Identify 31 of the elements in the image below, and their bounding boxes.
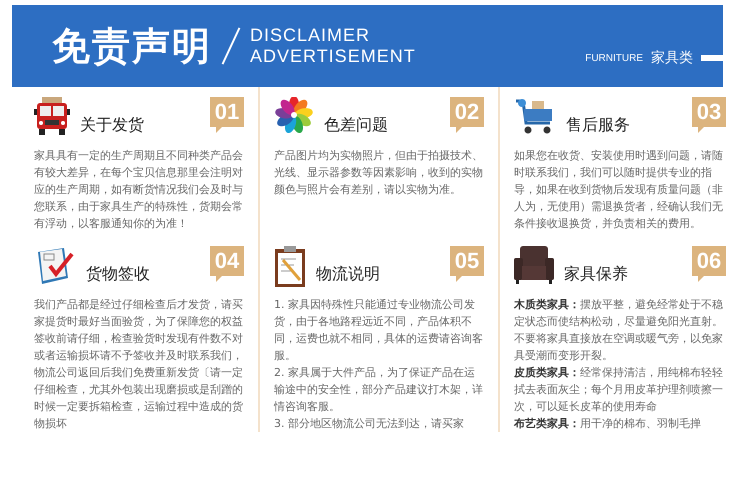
category-label: FURNITURE bbox=[585, 52, 643, 66]
truck-icon bbox=[34, 97, 70, 137]
section-heading: 售后服务 bbox=[566, 114, 630, 136]
number-badge: 03 bbox=[692, 97, 726, 133]
section-heading: 关于发货 bbox=[80, 114, 144, 136]
color-wheel-icon bbox=[274, 97, 314, 133]
armchair-icon bbox=[514, 246, 554, 284]
category-label: 家具类 bbox=[651, 48, 693, 68]
paragraph: 如果您在收货、安装使用时遇到问题，请随时联系我们，我们可以随时提供专业的指导，如果在收到货物后发现有质量问题（非人为，无使用）需退换货者，经确认我们无条件接收退换货，并负责相关的费用。 bbox=[514, 148, 724, 232]
bar-mark bbox=[701, 55, 723, 61]
number-badge: 02 bbox=[450, 97, 484, 133]
number-badge: 04 bbox=[210, 246, 244, 282]
clipboard-pencil-icon bbox=[274, 246, 306, 288]
banner-subtitle: DISCLAIMER ADVERTISEMENT bbox=[250, 25, 416, 67]
paragraph: 3. 部分地区物流公司无法到达，请买家 bbox=[274, 416, 465, 432]
paragraph: 2. 家具属于大件产品，为了保证产品在运输途中的安全性，部分产品建议打木架，详情咨询客服。 bbox=[274, 365, 484, 415]
paragraph: 木质类家具：摆放平整，避免经常处于不稳定状态而使结构松动，尽量避免阳光直射。不要将家具直接放在空调或暖气旁，以免家具受潮而变形开裂。 bbox=[514, 297, 724, 364]
number-badge: 06 bbox=[692, 246, 726, 282]
section-heading: 货物签收 bbox=[86, 263, 150, 285]
paragraph: 1. 家具因特殊性只能通过专业物流公司发货，由于各地路程远近不同，产品体积不同，运费也就不相同，具体的运费请咨询客服。 bbox=[274, 297, 484, 364]
paragraph: 皮质类家具：经常保持清洁，用纯棉布轻轻拭去表面灰尘；每个月用皮革护理剂喷擦一次，可以延长皮革的使用寿命 bbox=[514, 365, 724, 415]
paragraph: 布艺类家具：用干净的棉布、羽制毛掸 bbox=[514, 416, 702, 432]
section-heading: 物流说明 bbox=[316, 263, 380, 285]
paragraph: 家具具有一定的生产周期且不同种类产品会有较大差异，在每个宝贝信息那里会注明对应的生产周期，如有断货情况我们会及时与您联系，由于家具生产的特殊性，货期会常有浮动，以客服通知你的为准！ bbox=[34, 148, 244, 232]
section-heading: 色差问题 bbox=[324, 114, 388, 136]
banner-title: 免责声明 bbox=[51, 22, 212, 70]
section-heading: 家具保养 bbox=[564, 263, 628, 285]
paragraph: 产品图片均为实物照片，但由于拍摄技术、光线、显示器参数等因素影响，收到的实物颜色与照片会有差别，请以实物为准。 bbox=[274, 148, 484, 198]
number-badge: 05 bbox=[450, 246, 484, 282]
number-badge: 01 bbox=[210, 97, 244, 133]
paragraph: 我们产品都是经过仔细检查后才发货，请买家提货时最好当面验货，为了保障您的权益签收前请仔细，检查验货时发现有件数不对或者运输损坏请不予签收并及时联系我们，物流公司返回后我们免费重新发货〔请一定仔细检查，尤其外包装出现磨损或是刮蹭的时候一定要拆箱检查，运输过程中造成的货物损坏 bbox=[34, 297, 244, 432]
